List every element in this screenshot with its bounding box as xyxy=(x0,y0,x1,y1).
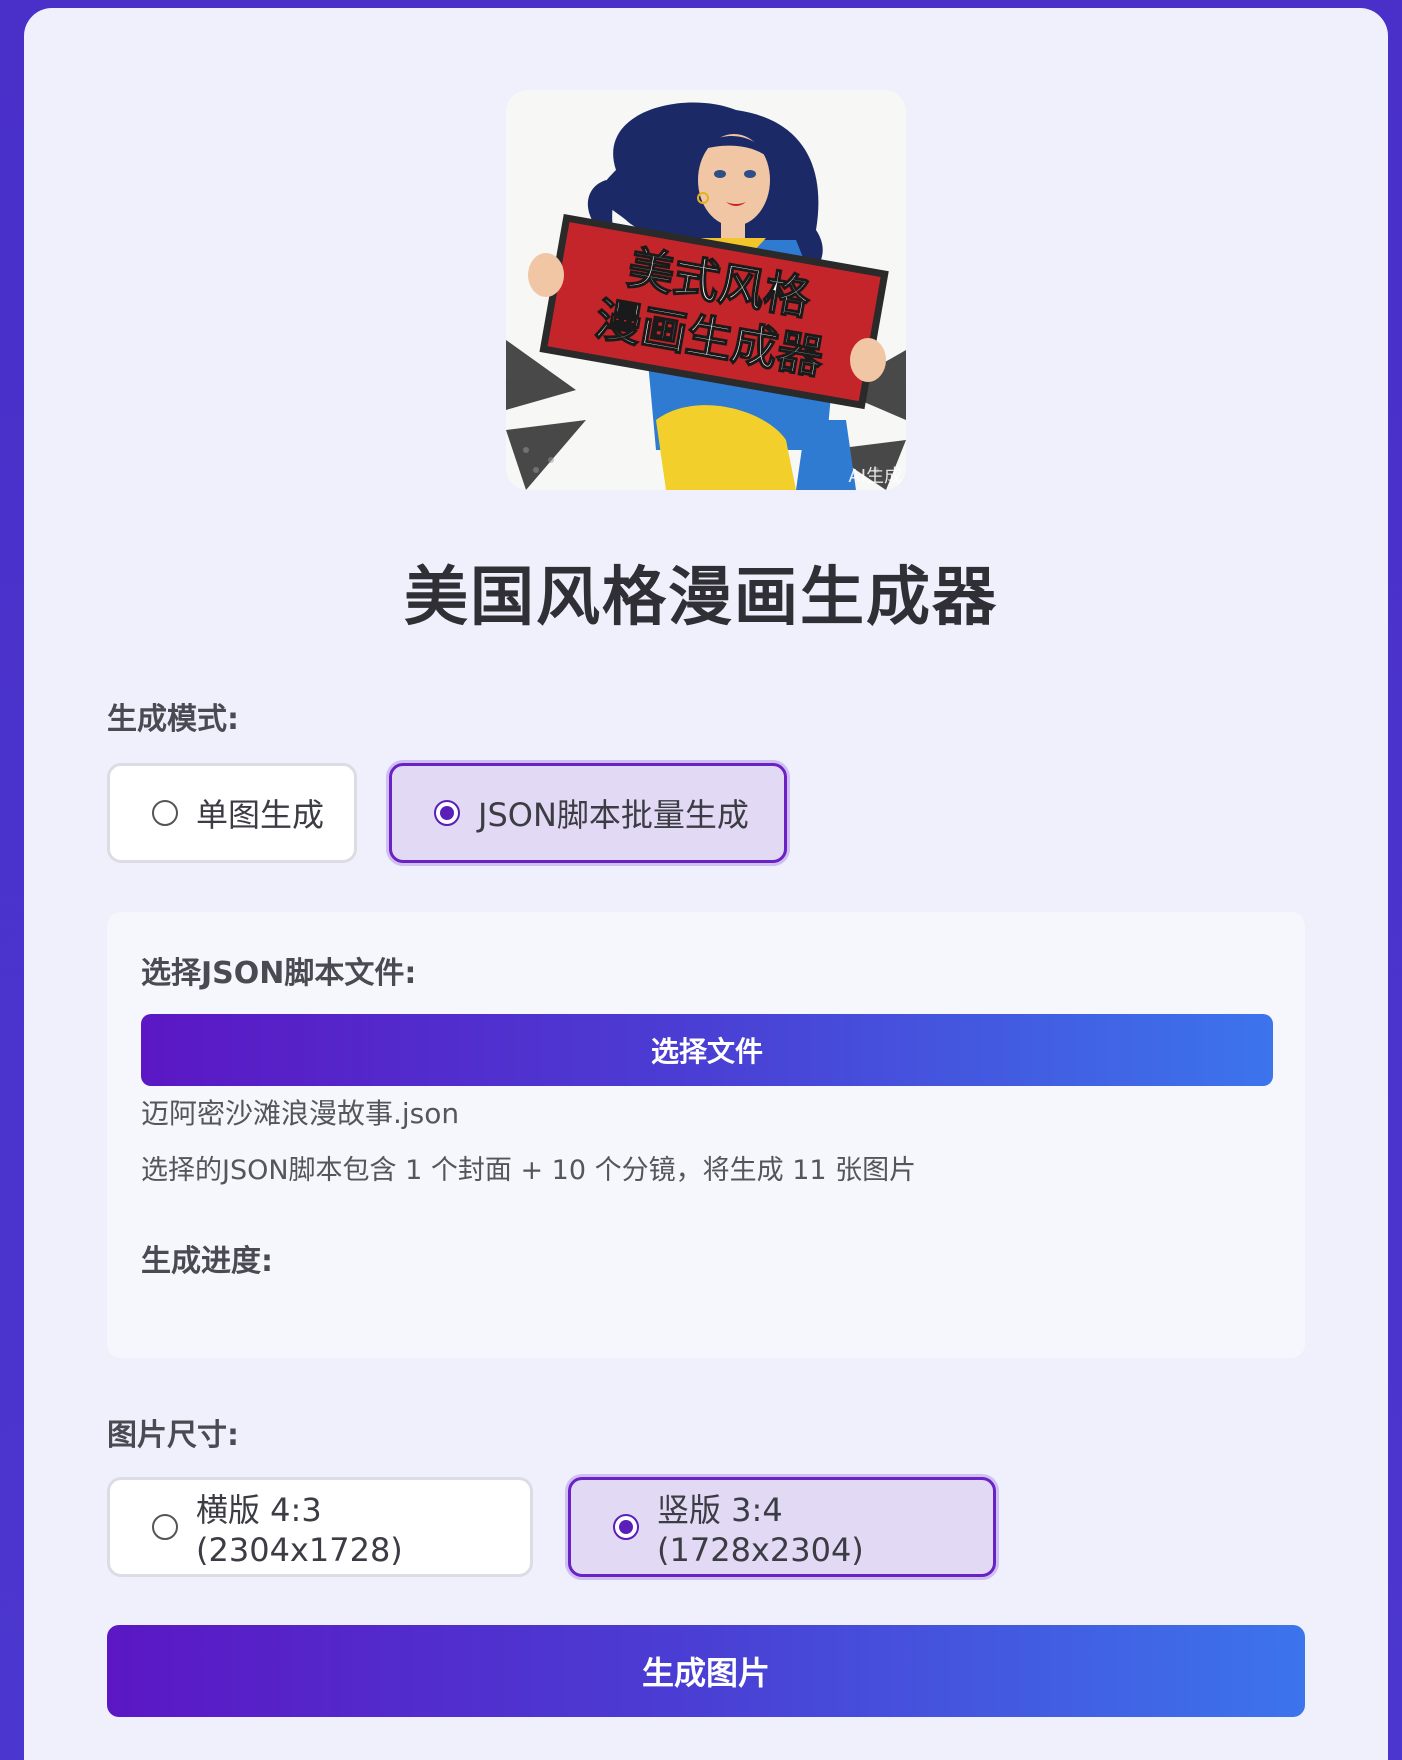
size-option-landscape-label: 横版 4:3 (2304x1728) xyxy=(196,1491,403,1569)
image-size-label: 图片尺寸: xyxy=(107,1418,239,1453)
radio-unchecked-icon[interactable] xyxy=(152,800,178,826)
page-title: 美国风格漫画生成器 xyxy=(404,561,998,635)
generate-images-button[interactable]: 生成图片 xyxy=(107,1625,1305,1717)
choose-file-button[interactable]: 选择文件 xyxy=(141,1014,1273,1086)
mode-option-single[interactable]: 单图生成 xyxy=(107,763,357,863)
comic-heroine-illustration: 美式风格 漫画生成器 xyxy=(506,90,906,490)
mode-option-single-label: 单图生成 xyxy=(196,796,325,834)
progress-label: 生成进度: xyxy=(141,1244,273,1279)
radio-checked-icon[interactable] xyxy=(434,800,460,826)
hero-image: 美式风格 漫画生成器 AI生成 xyxy=(506,90,906,490)
ai-generated-tag: AI生成 xyxy=(848,466,902,487)
json-script-info: 选择的JSON脚本包含 1 个封面 + 10 个分镜，将生成 11 张图片 xyxy=(141,1155,917,1186)
radio-checked-icon[interactable] xyxy=(613,1514,639,1540)
size-option-portrait[interactable]: 竖版 3:4 (1728x2304) xyxy=(568,1477,996,1577)
radio-unchecked-icon[interactable] xyxy=(152,1514,178,1540)
mode-option-json-batch-label: JSON脚本批量生成 xyxy=(478,796,749,834)
selected-file-name: 迈阿密沙滩浪漫故事.json xyxy=(141,1097,460,1130)
size-option-landscape[interactable]: 横版 4:3 (2304x1728) xyxy=(107,1477,533,1577)
size-option-portrait-label: 竖版 3:4 (1728x2304) xyxy=(657,1491,864,1569)
mode-label: 生成模式: xyxy=(107,702,239,737)
mode-option-json-batch[interactable]: JSON脚本批量生成 xyxy=(389,763,787,863)
json-file-label: 选择JSON脚本文件: xyxy=(141,956,417,991)
